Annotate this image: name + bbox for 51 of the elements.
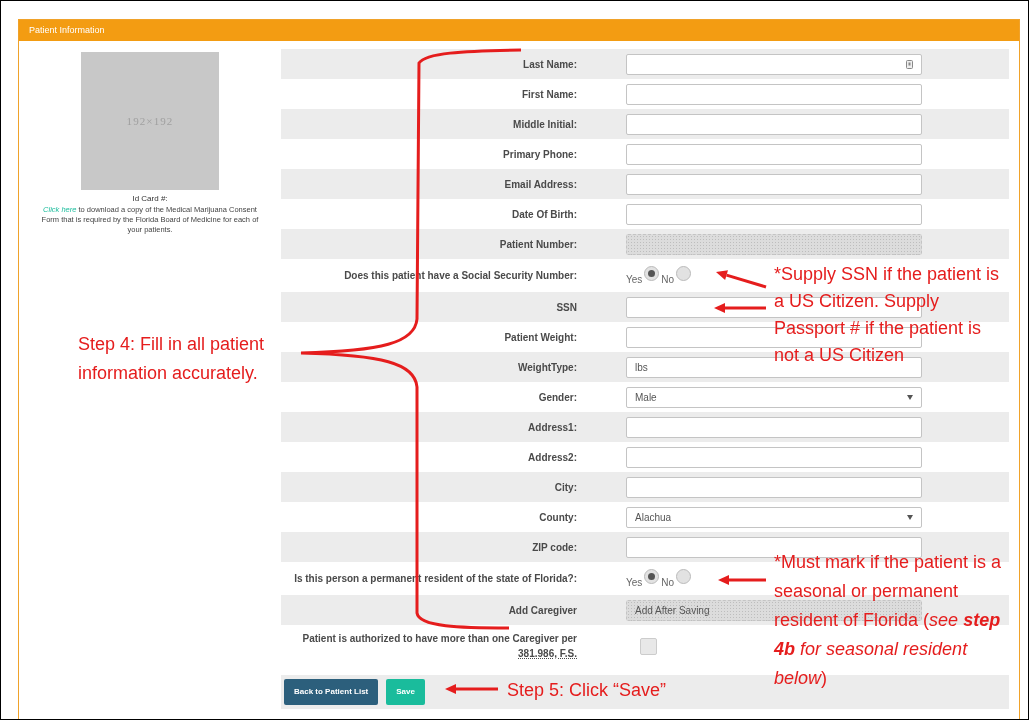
field-label: Primary Phone: [503, 148, 577, 160]
input-field[interactable] [626, 416, 922, 438]
input-field[interactable] [626, 143, 922, 165]
field-label: Patient is authorized to have more than one Caregiver per 381.986, F.S. [302, 633, 577, 659]
card-icon [906, 59, 913, 69]
panel-title: Patient Information [19, 20, 1019, 41]
field-label: Middle Initial: [513, 118, 577, 130]
field-label: Email Address: [504, 178, 577, 190]
input-field[interactable] [626, 203, 922, 225]
radio-button[interactable] [676, 569, 692, 584]
field-label: Address1: [528, 421, 577, 433]
radio-button[interactable] [676, 266, 692, 281]
input-field[interactable] [626, 446, 922, 468]
radio-label: Yes [626, 578, 643, 588]
field-label: Add Caregiver [508, 604, 577, 616]
field-label: Gender: [538, 391, 577, 403]
input-field[interactable] [626, 173, 922, 195]
pointer-arrow [718, 575, 766, 585]
input-field[interactable] [626, 83, 922, 105]
field-label: First Name: [522, 88, 577, 100]
step-annotation: Step 4: Fill in all patient information accurately. [78, 333, 266, 385]
field-label: Patient Number: [499, 238, 577, 250]
input-field[interactable] [626, 476, 922, 498]
field-label: Last Name: [523, 58, 577, 70]
input-field[interactable] [626, 113, 922, 135]
back-button[interactable]: Back to Patient List [284, 679, 379, 705]
radio-button[interactable] [644, 569, 660, 584]
pointer-arrow [714, 303, 766, 313]
dropdown[interactable]: Male [626, 386, 922, 408]
pointer-arrow [716, 270, 767, 289]
radio-label: No [661, 275, 675, 285]
caret-icon [907, 394, 913, 400]
pointer-arrow [445, 684, 498, 694]
field-label: Address2: [528, 451, 577, 463]
field-label: County: [539, 511, 577, 523]
input-field[interactable] [626, 53, 922, 75]
field-label: City: [554, 481, 577, 493]
dropdown[interactable]: Alachua [626, 506, 922, 528]
radio-button[interactable] [644, 266, 660, 281]
field-label: WeightType: [517, 361, 577, 373]
field-label: Patient Weight: [504, 331, 577, 343]
id-card-label: Id Card #: [132, 193, 168, 205]
field-label: ZIP code: [532, 541, 577, 553]
step-annotation: Step 5: Click “Save” [507, 679, 667, 702]
radio-label: Yes [626, 275, 643, 285]
field-label: SSN [556, 301, 577, 313]
caret-icon [907, 514, 913, 520]
radio-label: No [661, 578, 675, 588]
checkbox[interactable] [640, 637, 657, 655]
field-label: Date Of Birth: [512, 208, 577, 220]
statute-reference: 381.986, F.S. [518, 648, 577, 659]
